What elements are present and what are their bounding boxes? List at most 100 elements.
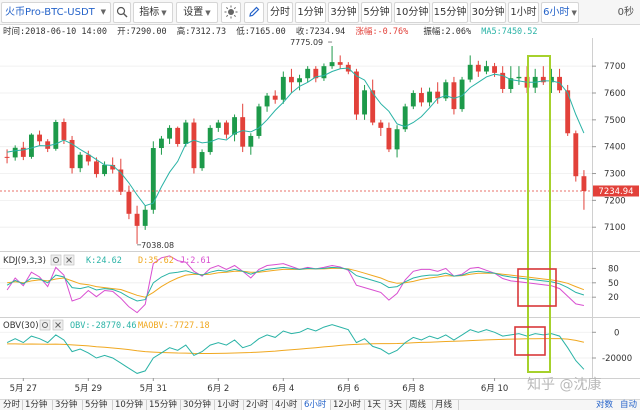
top-toolbar: 火币Pro-BTC-USDT ▼ 指标 ▼ 设置 ▼ 分时 1分钟 3分钟 5分钟 1… xyxy=(0,0,640,25)
high-readout: 高:7312.73 xyxy=(176,27,227,37)
candle-body xyxy=(557,76,562,91)
bottom-interval-1[interactable]: 1分钟 xyxy=(23,400,53,410)
highlight-red-box-obv xyxy=(514,326,546,356)
chevron-down-icon: ▼ xyxy=(100,8,106,16)
candle-body xyxy=(248,135,254,147)
obv-settings-icon[interactable] xyxy=(39,319,51,331)
interval-tab-6[interactable]: 30分钟 xyxy=(470,2,506,23)
price-axis: 7700 7600 7500 7400 7300 7200 7100 xyxy=(592,62,626,233)
candle-body xyxy=(573,133,579,177)
candle-body xyxy=(329,62,335,67)
chevron-down-icon: ▼ xyxy=(205,9,211,17)
obv-panel[interactable]: 0 -20000 OBV(30) OBV:-28770.46 MAOBV:-772… xyxy=(0,319,632,374)
obv-axis: 0 -20000 xyxy=(592,328,632,364)
change-readout: 涨幅:-0.76% xyxy=(355,27,413,37)
candle-body xyxy=(305,68,311,79)
kdj-tick-label: 20 xyxy=(608,293,619,303)
close-readout: 收:7234.94 xyxy=(295,27,346,37)
interval-tab-3[interactable]: 5分钟 xyxy=(361,2,392,23)
bottom-interval-bar: 分时 1分钟 3分钟 5分钟 10分钟 15分钟 30分钟 1小时 2小时 4小时 6小时 12小时 1… xyxy=(0,399,640,410)
interval-tab-1[interactable]: 1分钟 xyxy=(295,2,326,23)
obv-tick-label: 0 xyxy=(614,328,619,338)
ohlc-info-line: 时间:2018-06-10 14:00 开:7290.00 高:7312.73 … xyxy=(0,26,640,38)
candle-body xyxy=(142,209,148,226)
kdj-close-icon[interactable] xyxy=(63,254,75,266)
kdj-tick-label: 50 xyxy=(608,279,619,289)
bottom-interval-15[interactable]: 月线 xyxy=(433,400,459,410)
obv-readout: OBV:-28770.46 xyxy=(70,321,137,331)
interval-label: 1分钟 xyxy=(297,7,324,18)
bottom-interval-14[interactable]: 周线 xyxy=(407,400,433,410)
bottom-interval-10[interactable]: 6小时 xyxy=(302,400,331,410)
kdj-k-readout: K:24.62 xyxy=(86,256,122,266)
chart-area[interactable]: 7234.94 7700 7600 7500 7400 7300 7200 7100 777… xyxy=(0,38,640,399)
date-axis: 5月 27 5月 29 5月 31 6月 2 6月 4 6月 6 6月 8 6月 10 xyxy=(10,378,508,394)
candle-body xyxy=(427,91,432,103)
bottom-interval-12[interactable]: 1天 xyxy=(365,400,386,410)
bottom-interval-2[interactable]: 3分钟 xyxy=(53,400,83,410)
active-interval-dropdown[interactable]: 6小时 ▼ xyxy=(541,2,579,23)
candle-body xyxy=(272,95,278,100)
interval-label: 10分钟 xyxy=(395,7,429,18)
candle-body xyxy=(467,64,473,80)
interval-tab-0[interactable]: 分时 xyxy=(267,2,293,23)
candle-body xyxy=(362,90,367,115)
candle-body xyxy=(280,76,286,100)
bottom-interval-6[interactable]: 30分钟 xyxy=(181,400,215,410)
interval-tab-2[interactable]: 3分钟 xyxy=(328,2,359,23)
symbol-selector[interactable]: 火币Pro-BTC-USDT ▼ xyxy=(1,2,111,23)
candle-body xyxy=(264,95,270,107)
bottom-interval-0[interactable]: 分时 xyxy=(1,400,23,410)
log-scale-toggle[interactable]: 对数 xyxy=(596,400,613,410)
interval-tab-7[interactable]: 1小时 xyxy=(508,2,539,23)
countdown-timer: 0秒 xyxy=(617,7,634,18)
candle-body xyxy=(191,122,197,169)
bottom-interval-3[interactable]: 5分钟 xyxy=(83,400,113,410)
date-tick-label: 5月 31 xyxy=(140,384,167,394)
pencil-icon xyxy=(249,6,260,17)
kdj-tick-label: 80 xyxy=(608,264,619,274)
ma-readout: MA5:7450.52 xyxy=(481,27,538,37)
candle-body xyxy=(386,127,392,150)
bottom-interval-11[interactable]: 12小时 xyxy=(331,400,365,410)
candle-body xyxy=(297,78,302,83)
auto-scale-toggle[interactable]: 自动 xyxy=(620,400,637,410)
draw-tool-button[interactable] xyxy=(244,2,264,23)
bottom-interval-9[interactable]: 4小时 xyxy=(273,400,302,410)
candle-body xyxy=(419,93,424,103)
price-panel[interactable] xyxy=(0,38,592,251)
search-icon xyxy=(116,6,128,18)
obv-tick-label: -20000 xyxy=(602,354,632,364)
candle-body xyxy=(394,129,400,150)
obv-close-icon[interactable] xyxy=(52,319,64,331)
settings-button[interactable]: 设置 ▼ xyxy=(176,2,218,23)
kdj-panel[interactable]: 80 50 20 KDJ(9,3,3) K:24.62 D:35.62 J:2.61 xyxy=(0,254,619,314)
candle-body xyxy=(61,121,67,140)
theme-toggle-button[interactable] xyxy=(221,2,241,23)
candle-body xyxy=(516,76,522,79)
kdj-axis: 80 50 20 xyxy=(592,264,619,303)
chevron-down-icon: ▼ xyxy=(571,9,577,17)
candle-body xyxy=(167,127,172,139)
indicators-button[interactable]: 指标 ▼ xyxy=(133,2,173,23)
candle-body xyxy=(77,154,83,169)
date-tick-label: 6月 8 xyxy=(402,384,424,394)
amplitude-readout: 振幅:2.06% xyxy=(423,27,472,37)
bottom-interval-8[interactable]: 2小时 xyxy=(244,400,273,410)
candle-body xyxy=(199,152,205,169)
candle-body xyxy=(126,191,132,214)
date-tick-label: 6月 10 xyxy=(481,384,508,394)
bottom-interval-7[interactable]: 1小时 xyxy=(215,400,244,410)
kdj-settings-icon[interactable] xyxy=(50,254,62,266)
bottom-interval-4[interactable]: 10分钟 xyxy=(113,400,147,410)
date-tick-label: 6月 6 xyxy=(337,384,359,394)
interval-tab-5[interactable]: 15分钟 xyxy=(432,2,468,23)
search-button[interactable] xyxy=(113,2,131,23)
interval-tab-4[interactable]: 10分钟 xyxy=(394,2,430,23)
bottom-interval-13[interactable]: 3天 xyxy=(386,400,407,410)
candle-body xyxy=(232,117,237,135)
date-tick-label: 6月 4 xyxy=(272,384,294,394)
bottom-interval-5[interactable]: 15分钟 xyxy=(147,400,181,410)
date-tick-label: 5月 27 xyxy=(10,384,37,394)
interval-label: 5分钟 xyxy=(363,7,390,18)
